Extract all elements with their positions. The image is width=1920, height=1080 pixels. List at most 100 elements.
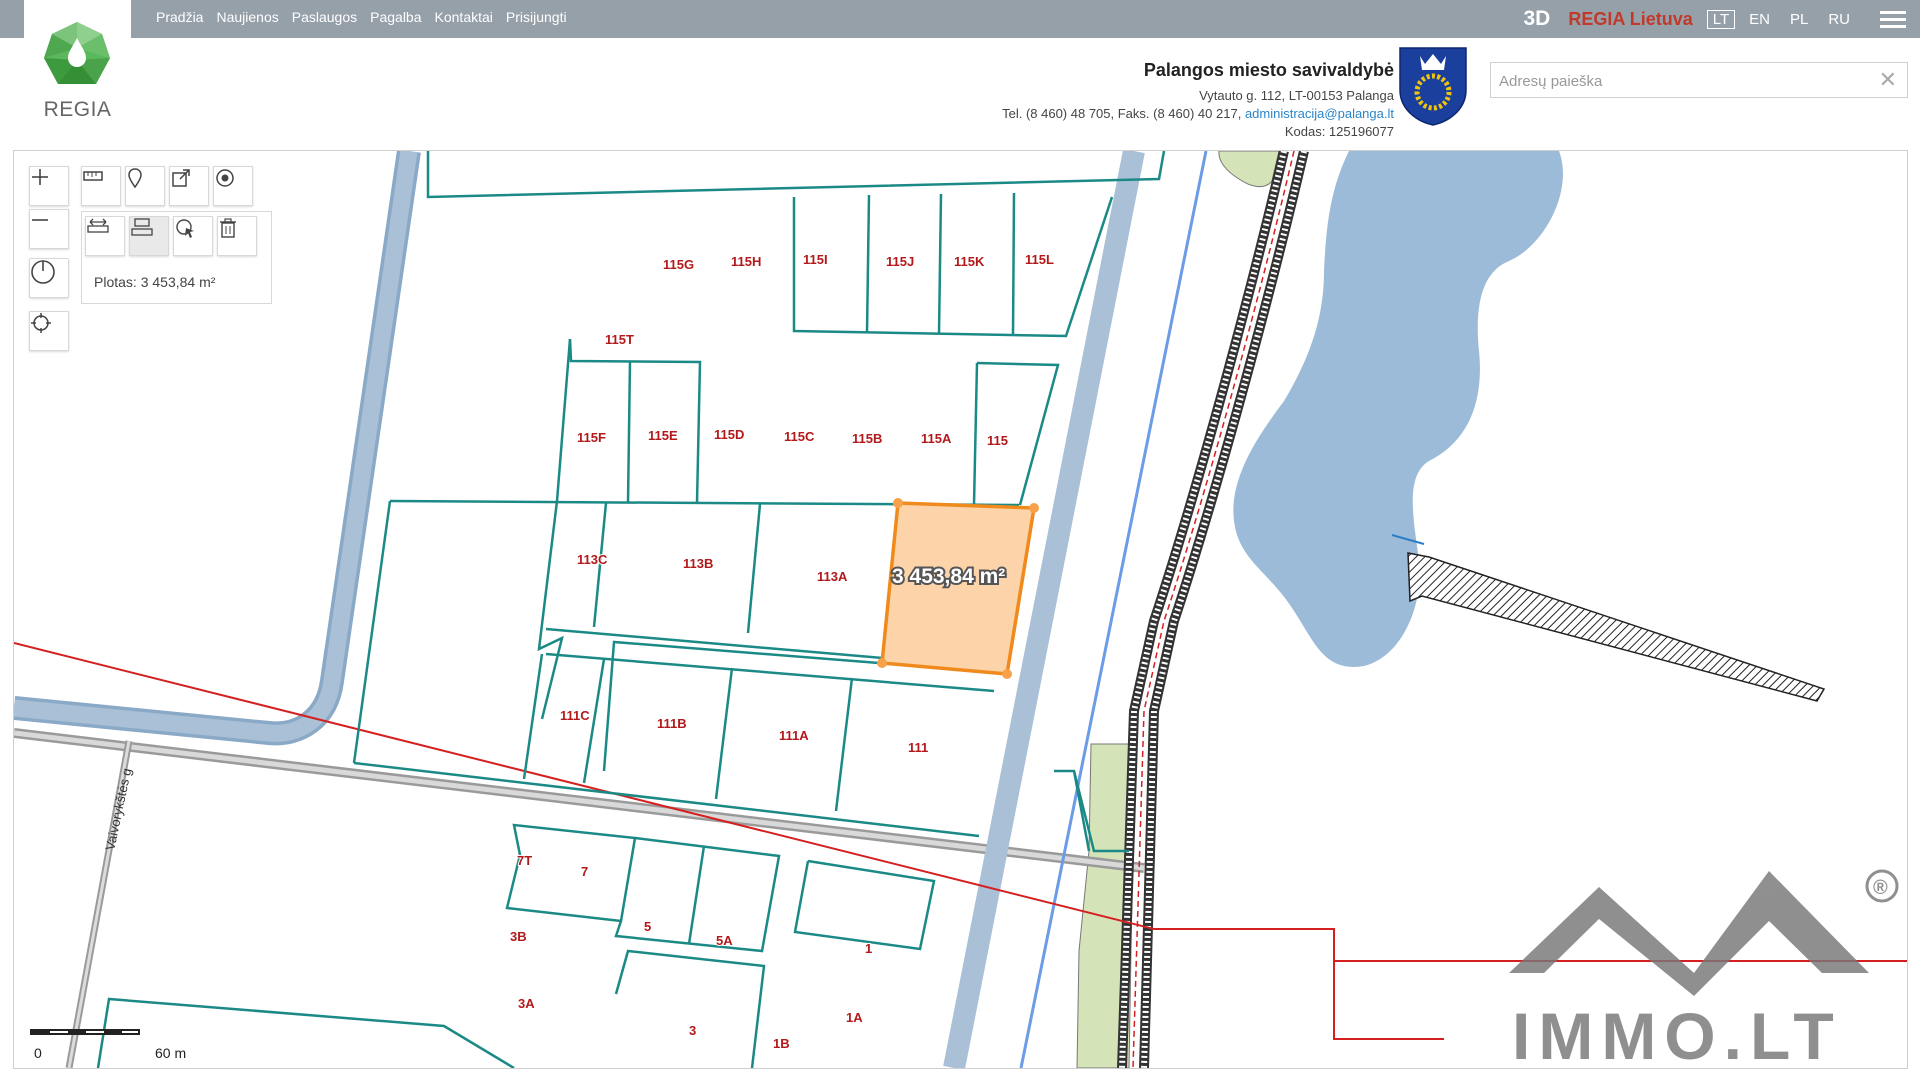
immo-watermark: IMMO.LT ® <box>1509 869 1899 1068</box>
parcel-label: 115J <box>886 254 914 269</box>
parcel-label: 3B <box>510 929 527 944</box>
select-feature-button[interactable] <box>173 216 213 256</box>
cursor-select-icon <box>176 219 194 238</box>
parcel-label: 115I <box>803 252 828 267</box>
measure-panel: Plotas: 3 453,84 m² <box>81 211 272 304</box>
delete-button[interactable] <box>217 216 257 256</box>
nav-paslaugos[interactable]: Paslaugos <box>292 9 357 25</box>
regia-logo-icon <box>44 22 110 84</box>
railway <box>1117 151 1309 1068</box>
nav-pagalba[interactable]: Pagalba <box>370 9 421 25</box>
parcel-label: 3 <box>689 1023 696 1038</box>
export-icon <box>172 169 190 187</box>
parcel-label: 7T <box>517 853 532 868</box>
top-bar: Pradžia Naujienos Paslaugos Pagalba Kont… <box>0 0 1920 38</box>
parcel-label: 115A <box>921 431 952 446</box>
pin-button[interactable] <box>125 166 165 206</box>
measure-area-button[interactable] <box>129 216 169 256</box>
nav-naujienos[interactable]: Naujienos <box>216 9 278 25</box>
measure-distance-button[interactable] <box>85 216 125 256</box>
lang-ru[interactable]: RU <box>1828 11 1850 28</box>
3d-button[interactable]: 3D <box>1524 7 1551 31</box>
selected-area-label: 3 453,84 m² <box>892 565 1005 588</box>
lang-pl[interactable]: PL <box>1790 11 1808 28</box>
parcel-label: 115T <box>605 332 634 347</box>
pin-icon <box>128 168 142 189</box>
nav-kontaktai[interactable]: Kontaktai <box>435 9 493 25</box>
parcel-label: 1 <box>865 941 872 956</box>
nav-prisijungti[interactable]: Prisijungti <box>506 9 567 25</box>
municipality-address: Vytauto g. 112, LT-00153 Palanga <box>1199 88 1394 103</box>
parcel-label: 115G <box>663 257 694 272</box>
municipality-contacts: Tel. (8 460) 48 705, Faks. (8 460) 40 21… <box>1002 105 1394 123</box>
municipality-code: Kodas: 125196077 <box>1284 124 1394 139</box>
scale-start-label: 0 <box>34 1045 42 1061</box>
parcel-label: 113A <box>817 569 848 584</box>
scale-end-label: 60 m <box>155 1045 187 1061</box>
draw-point-button[interactable] <box>213 166 253 206</box>
locate-button[interactable] <box>29 311 69 351</box>
radio-target-icon <box>216 169 234 187</box>
watermark-text: IMMO.LT <box>1512 999 1842 1068</box>
zoom-in-icon <box>32 169 48 185</box>
locate-icon <box>31 313 51 333</box>
parcel-label: 115H <box>731 254 761 269</box>
registered-mark: ® <box>1873 877 1888 899</box>
address-search: ✕ <box>1490 62 1908 99</box>
parcel-label: 111B <box>657 716 687 731</box>
zoom-out-button[interactable] <box>29 209 69 249</box>
regia-logo[interactable]: REGIA <box>24 0 131 128</box>
top-right-tools: 3D REGIA Lietuva LT EN PL RU <box>1524 0 1920 38</box>
trash-icon <box>220 218 236 238</box>
parcel-label: 3A <box>518 996 535 1011</box>
parcel-label: 5A <box>716 933 733 948</box>
parcel-label: 115C <box>784 429 815 444</box>
municipality-name: Palangos miesto savivaldybė <box>1143 60 1394 80</box>
parcel-label: 115E <box>648 428 678 443</box>
map-canvas[interactable]: Vaivorykštės g 3 453,84 m² 115G 115H 115… <box>13 150 1908 1069</box>
ruler-icon <box>83 171 103 181</box>
parcel-label: 113C <box>577 552 608 567</box>
address-search-input[interactable] <box>1491 63 1861 99</box>
parcel-label: 113B <box>683 556 713 571</box>
parcel-label: 115B <box>852 431 882 446</box>
ruler-button[interactable] <box>81 166 121 206</box>
municipality-info: Palangos miesto savivaldybė Vytauto g. 1… <box>1002 60 1394 141</box>
export-button[interactable] <box>169 166 209 206</box>
scale-bar-graphic <box>30 1029 140 1035</box>
parcel-label: 5 <box>644 919 651 934</box>
area-readout: Plotas: 3 453,84 m² <box>94 274 216 290</box>
zoom-out-icon <box>32 219 48 221</box>
coat-of-arms-icon <box>1399 47 1467 126</box>
selected-parcel[interactable] <box>880 501 1037 676</box>
municipality-email-link[interactable]: administracija@palanga.lt <box>1245 106 1394 121</box>
parcel-label: 1A <box>846 1010 863 1025</box>
parcel-label: 111A <box>779 728 809 743</box>
regia-lietuva-link[interactable]: REGIA Lietuva <box>1568 9 1692 30</box>
main-nav: Pradžia Naujienos Paslaugos Pagalba Kont… <box>156 9 567 25</box>
parcel-label: 7 <box>581 864 588 879</box>
logo-text: REGIA <box>43 98 112 121</box>
parcel-label: 115F <box>577 430 606 445</box>
parcel-label: 115K <box>954 254 985 269</box>
green-strip-top <box>1218 151 1280 188</box>
rotate-north-icon <box>31 260 55 284</box>
parcel-label: 1B <box>773 1036 790 1051</box>
parcel-label: 115L <box>1025 252 1054 267</box>
lang-en[interactable]: EN <box>1749 11 1770 28</box>
hatched-pier <box>1407 552 1826 702</box>
measure-distance-icon <box>87 218 109 233</box>
parcel-label: 111C <box>560 708 590 723</box>
scale-bar: 0 60 m <box>30 1029 186 1061</box>
measure-area-icon <box>131 218 153 236</box>
hamburger-menu-icon[interactable] <box>1880 7 1906 32</box>
zoom-in-button[interactable] <box>29 166 69 206</box>
parcel-label: 111 <box>908 740 928 755</box>
rotate-north-button[interactable] <box>29 258 69 298</box>
lang-lt[interactable]: LT <box>1706 9 1736 29</box>
street-label: Vaivorykštės g <box>102 767 134 852</box>
clear-search-icon[interactable]: ✕ <box>1879 67 1897 93</box>
nav-pradzia[interactable]: Pradžia <box>156 9 203 25</box>
municipality-phone: Tel. (8 460) 48 705, Faks. (8 460) 40 21… <box>1002 106 1242 121</box>
map-svg: Vaivorykštės g 3 453,84 m² 115G 115H 115… <box>14 151 1907 1068</box>
